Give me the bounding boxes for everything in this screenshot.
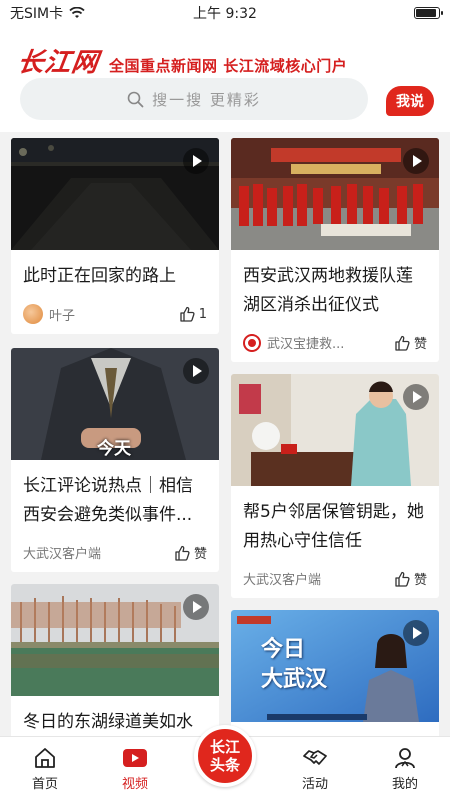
play-icon[interactable] [403,384,429,410]
thumbnail-caption: 今日 大武汉 [261,636,328,692]
brand: 长江网 全国重点新闻网 长江流域核心门户 [15,42,348,79]
tab-activity[interactable]: 活动 [270,737,360,800]
like-count: 赞 [413,337,427,352]
play-icon[interactable] [403,148,429,174]
person-icon [395,748,415,769]
logo[interactable]: 长江网 [15,42,101,79]
source-name: 武汉宝捷救... [267,337,345,352]
tab-label: 活动 [301,777,328,792]
video-thumbnail[interactable] [11,584,219,696]
tab-center[interactable]: 长江头条 [180,725,270,800]
search-icon [127,91,144,107]
thumbnail-caption: 今天 [97,439,131,459]
video-thumbnail[interactable] [231,374,439,486]
card-meta: 大武汉客户端 赞 [243,569,427,588]
search-bar[interactable]: 搜一搜 更精彩 [20,78,368,120]
card-source[interactable]: 叶子 [23,304,75,324]
video-card[interactable]: 帮5户邻居保管钥匙，她用热心守住信任 大武汉客户端 赞 [231,374,439,598]
home-icon [35,748,55,768]
tab-label: 首页 [31,777,58,792]
avatar [23,304,43,324]
card-title[interactable]: 西安武汉两地救援队莲湖区消杀出征仪式 [231,250,439,320]
video-card[interactable]: 西安武汉两地救援队莲湖区消杀出征仪式 武汉宝捷救... 赞 [231,138,439,362]
tab-label: 视频 [121,777,148,792]
thumbs-up-icon [395,571,410,587]
like-button[interactable]: 1 [179,306,207,322]
card-source[interactable]: 大武汉客户端 [243,569,321,588]
tab-label: 我的 [391,777,418,792]
source-name: 叶子 [49,308,76,324]
video-card[interactable]: 冬日的东湖绿道美如水 [11,584,219,736]
like-button[interactable]: 赞 [394,333,427,352]
thumbs-up-icon [180,306,195,322]
card-title[interactable]: 帮5户邻居保管钥匙，她用热心守住信任 [231,486,439,556]
card-title[interactable]: 冬日的东湖绿道美如水 [11,696,219,736]
video-card[interactable]: 此时正在回家的路上 叶子 1 [11,138,219,334]
source-name: 大武汉客户端 [243,573,322,588]
card-meta: 叶子 1 [23,304,207,324]
tab-mine[interactable]: 我的 [360,737,450,800]
status-left: 无SIM卡 [10,3,160,23]
like-count: 赞 [193,547,207,562]
video-icon [123,749,147,767]
video-thumbnail[interactable] [11,138,219,250]
status-time: 上午 9:32 [193,6,257,22]
like-count: 赞 [413,573,427,588]
card-source[interactable]: 大武汉客户端 [23,543,101,562]
carrier-label: 无SIM卡 [10,6,64,22]
search-placeholder: 搜一搜 更精彩 [152,90,261,109]
handshake-icon [303,750,327,765]
card-title[interactable]: 长江评论说热点｜相信西安会避免类似事件... [11,460,219,530]
like-count: 1 [198,306,207,322]
play-icon[interactable] [183,594,209,620]
card-meta: 大武汉客户端 赞 [23,543,207,562]
video-thumbnail[interactable]: 今日 大武汉 [231,610,439,722]
card-title[interactable]: 此时正在回家的路上 [11,250,219,291]
source-logo-icon [243,333,261,352]
video-feed[interactable]: 此时正在回家的路上 叶子 1 西安武汉两地救援队莲湖区消杀出征仪式 武汉宝捷救.… [0,132,450,736]
thumbs-up-icon [175,545,190,561]
battery-icon [414,7,443,19]
center-button-label: 长江头条 [209,738,240,774]
thumbs-up-icon [395,335,410,351]
tab-video[interactable]: 视频 [90,737,180,800]
headline-center-button[interactable]: 长江头条 [194,725,256,787]
card-source[interactable]: 武汉宝捷救... [243,333,344,352]
play-icon[interactable] [403,620,429,646]
like-button[interactable]: 赞 [394,569,427,588]
video-card[interactable]: 今日 大武汉 [231,610,439,736]
video-thumbnail[interactable] [231,138,439,250]
wifi-icon [69,7,85,18]
battery-fill [416,9,436,17]
status-bar: 无SIM卡 上午 9:32 [0,0,450,26]
card-meta: 武汉宝捷救... 赞 [243,333,427,352]
like-button[interactable]: 赞 [174,543,207,562]
video-card[interactable]: 今天 长江评论说热点｜相信西安会避免类似事件... 大武汉客户端 赞 [11,348,219,572]
tab-bar: 首页 视频 长江头条 活动 我的 [0,725,450,800]
status-right [290,7,443,19]
video-thumbnail[interactable]: 今天 [11,348,219,460]
source-name: 大武汉客户端 [23,547,102,562]
slogan: 全国重点新闻网 长江流域核心门户 [109,57,348,75]
say-button[interactable]: 我说 [386,86,434,116]
play-icon[interactable] [183,358,209,384]
play-icon[interactable] [183,148,209,174]
header: 长江网 全国重点新闻网 长江流域核心门户 搜一搜 更精彩 我说 [0,26,450,132]
tab-home[interactable]: 首页 [0,737,90,800]
